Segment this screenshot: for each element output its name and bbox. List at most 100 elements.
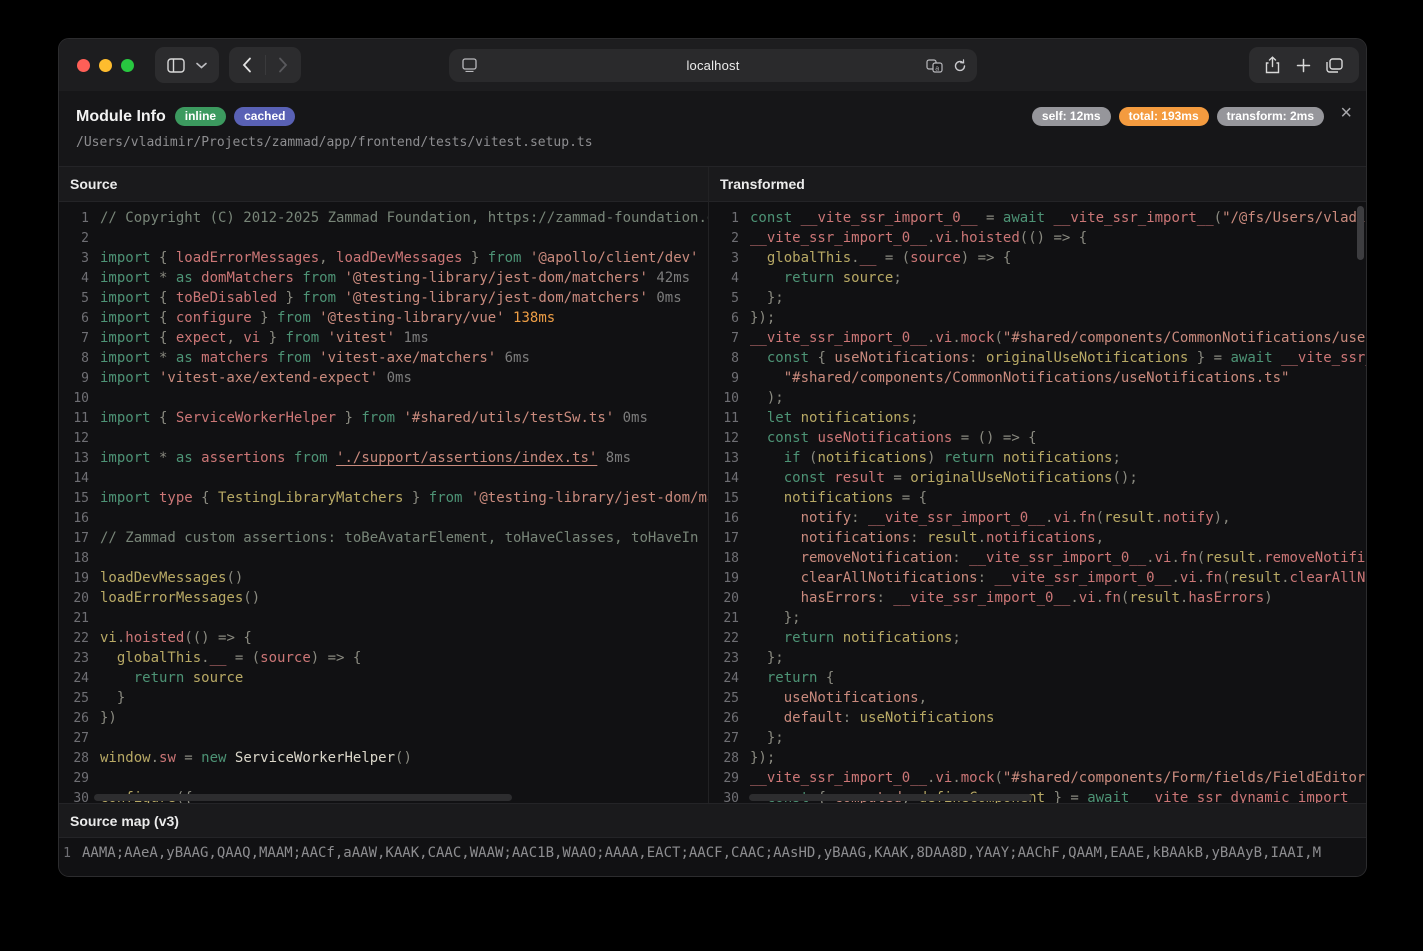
code-line: 2 — [59, 228, 708, 248]
code-token: const — [767, 350, 809, 366]
code-line: 13import * as assertions from './support… — [59, 448, 708, 468]
code-token: fn — [1104, 590, 1121, 606]
code-line: 4 return source; — [709, 268, 1366, 288]
code-token: : — [843, 710, 860, 726]
url-text[interactable]: localhost — [449, 58, 977, 73]
code-line: 28window.sw = new ServiceWorkerHelper() — [59, 748, 708, 768]
line-number: 24 — [709, 669, 739, 689]
code-token: : — [978, 570, 995, 586]
code-token: 8ms — [597, 450, 631, 466]
code-token: as — [176, 270, 193, 286]
address-bar[interactable]: localhost a — [449, 49, 977, 82]
page-settings-icon[interactable] — [462, 58, 477, 72]
code-token: . — [1197, 570, 1205, 586]
code-token: originalUseNotifications — [986, 350, 1188, 366]
code-token: from — [277, 350, 311, 366]
code-token: } — [462, 250, 487, 266]
code-line: 5 }; — [709, 288, 1366, 308]
code-line: 29__vite_ssr_import_0__.vi.mock("#shared… — [709, 768, 1366, 788]
line-number: 7 — [709, 329, 739, 349]
code-token: ( — [1214, 210, 1222, 226]
code-token: fn — [1079, 510, 1096, 526]
line-number: 26 — [709, 709, 739, 729]
share-icon[interactable] — [1265, 56, 1280, 74]
code-token: . — [952, 230, 960, 246]
page-title: Module Info — [76, 108, 166, 126]
forward-icon[interactable] — [278, 57, 288, 73]
code-token: toBeDisabled — [176, 290, 277, 306]
line-number: 15 — [59, 489, 89, 509]
source-horizontal-scrollbar[interactable] — [94, 794, 512, 801]
translate-icon[interactable]: a — [926, 59, 943, 73]
line-number: 3 — [59, 249, 89, 269]
navigation-button-group — [229, 47, 301, 83]
code-token: from — [277, 310, 311, 326]
timing-badges: self: 12mstotal: 193mstransform: 2ms — [1032, 107, 1324, 126]
chevron-down-icon[interactable] — [196, 62, 207, 69]
code-token: . — [1171, 550, 1179, 566]
code-token: __vite_ssr_import_0__ — [994, 570, 1171, 586]
line-number: 8 — [59, 349, 89, 369]
sidebar-toggle-icon[interactable] — [167, 58, 185, 73]
transformed-vertical-scrollbar[interactable] — [1357, 206, 1364, 260]
transformed-code[interactable]: 1const __vite_ssr_import_0__ = await __v… — [709, 202, 1366, 803]
transformed-horizontal-scrollbar[interactable] — [749, 794, 1032, 801]
code-token: : — [952, 550, 969, 566]
code-token: : — [851, 510, 868, 526]
code-line: 5import { toBeDisabled } from '@testing-… — [59, 288, 708, 308]
line-number: 14 — [59, 469, 89, 489]
code-line: 18 — [59, 548, 708, 568]
code-token: __vite_ssr_import_0__ — [750, 330, 927, 346]
code-token: default — [784, 710, 843, 726]
tab-overview-icon[interactable] — [1326, 58, 1343, 73]
code-token: vi — [1053, 510, 1070, 526]
code-token: } — [403, 490, 428, 506]
code-token: useNotifications — [860, 710, 995, 726]
code-token: import — [100, 450, 151, 466]
code-token: { — [193, 490, 218, 506]
code-token: __vite_ssr_dynamic_import__ — [1129, 790, 1365, 803]
code-token: notifications — [994, 450, 1112, 466]
line-number: 6 — [709, 309, 739, 329]
transformed-panel: Transformed 1const __vite_ssr_import_0__… — [708, 167, 1366, 803]
minimize-window-button[interactable] — [99, 59, 112, 72]
code-token: useNotifications — [784, 690, 919, 706]
code-token: (() => { — [184, 630, 251, 646]
new-tab-icon[interactable] — [1296, 58, 1311, 73]
badge: transform: 2ms — [1217, 107, 1324, 126]
code-line: 26}) — [59, 708, 708, 728]
code-token: } — [277, 290, 302, 306]
code-line: 23 globalThis.__ = (source) => { — [59, 648, 708, 668]
line-number: 4 — [59, 269, 89, 289]
zoom-window-button[interactable] — [121, 59, 134, 72]
code-token: (() => { — [1020, 230, 1087, 246]
code-token: sw — [159, 750, 176, 766]
code-token: hoisted — [125, 630, 184, 646]
code-token: , — [319, 250, 336, 266]
code-token: "#shared/components/CommonNotifications/… — [784, 370, 1290, 386]
code-line: 21 — [59, 608, 708, 628]
code-line: 17 notifications: result.notifications, — [709, 528, 1366, 548]
code-token: . — [851, 250, 859, 266]
source-code[interactable]: 1// Copyright (C) 2012-2025 Zammad Found… — [59, 202, 708, 803]
code-line: 7import { expect, vi } from 'vitest' 1ms — [59, 328, 708, 348]
code-token: mock — [961, 770, 995, 786]
code-token: clearAllNotifications — [1290, 570, 1366, 586]
reload-icon[interactable] — [953, 59, 967, 73]
close-window-button[interactable] — [77, 59, 90, 72]
code-token: 0ms — [648, 290, 682, 306]
code-line: 14 — [59, 468, 708, 488]
code-token — [750, 550, 801, 566]
line-number: 18 — [59, 549, 89, 569]
source-map-content: 1AAMA;AAeA,yBAAG,QAAQ,MAAM;AACf,aAAW,KAA… — [59, 838, 1366, 876]
close-icon[interactable]: × — [1340, 103, 1352, 123]
back-icon[interactable] — [242, 57, 252, 73]
code-token: __vite_ssr_import_0__ — [750, 770, 927, 786]
code-token: . — [1070, 510, 1078, 526]
code-line: 8 const { useNotifications: originalUseN… — [709, 348, 1366, 368]
code-token: "#shared/components/CommonNotifications/… — [1003, 330, 1366, 346]
module-link[interactable]: './support/assertions/index.ts' — [336, 450, 597, 466]
code-token: }); — [750, 310, 775, 326]
line-number: 1 — [709, 209, 739, 229]
code-token: } — [252, 310, 277, 326]
